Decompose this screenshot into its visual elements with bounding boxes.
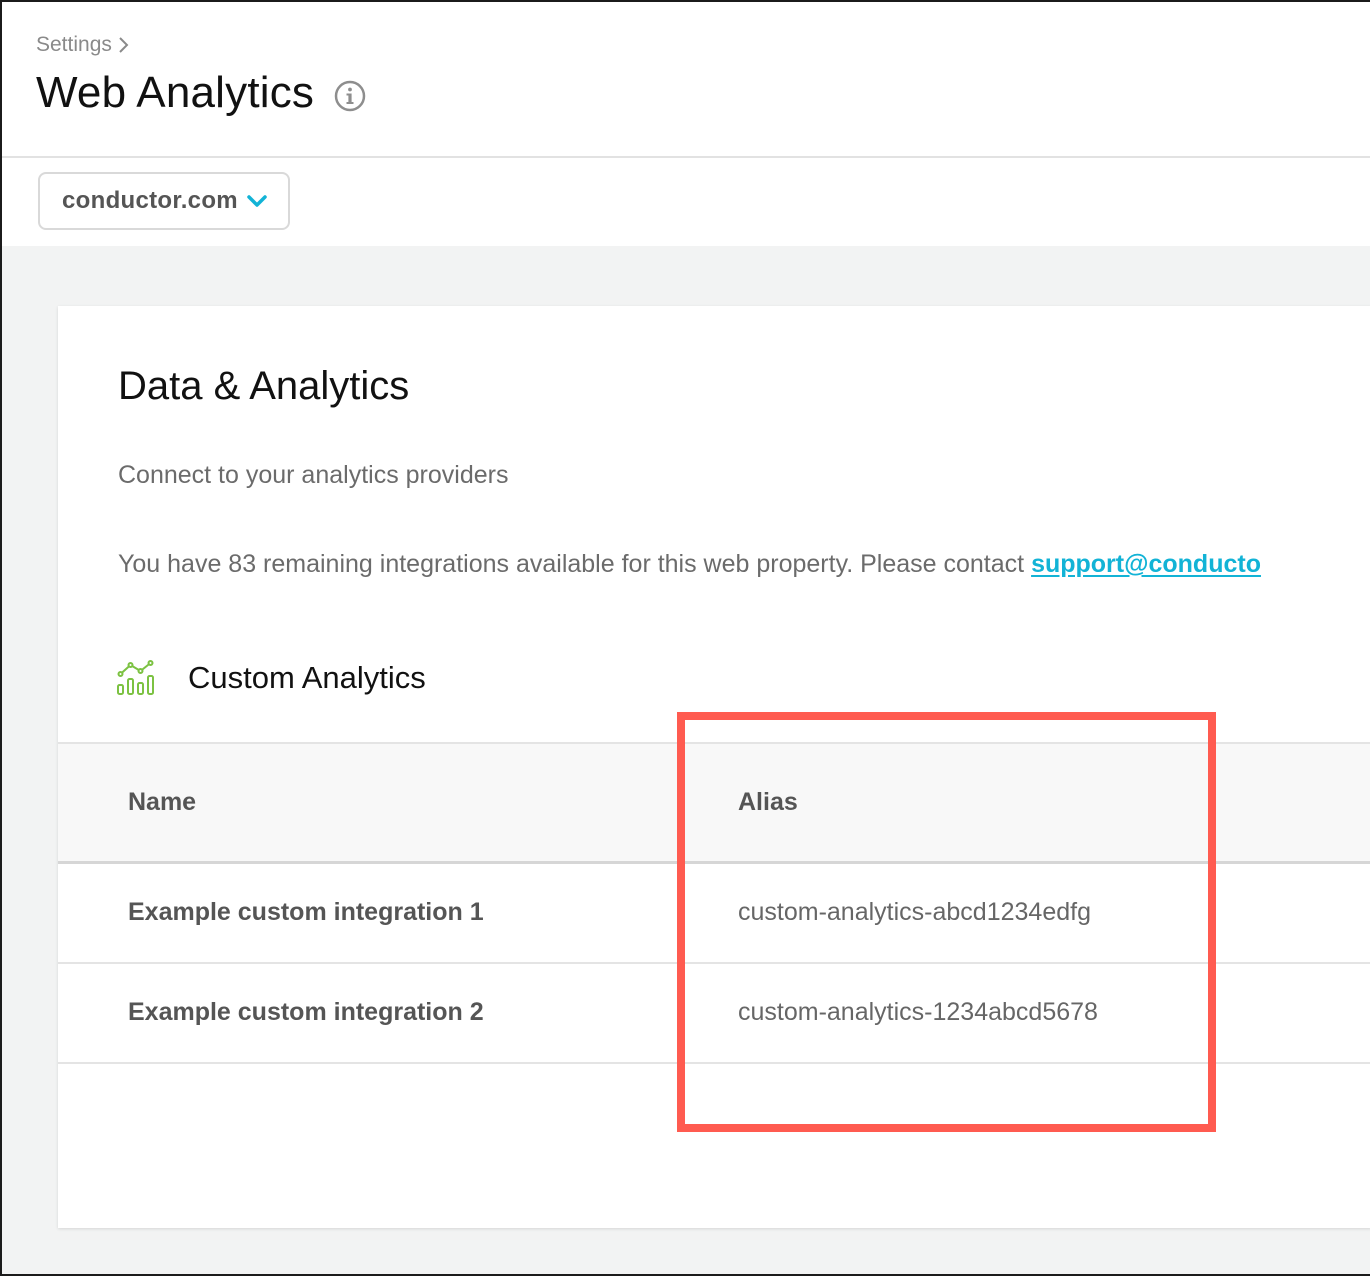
breadcrumb-settings[interactable]: Settings <box>36 33 112 57</box>
table-row[interactable]: Example custom integration 1 custom-anal… <box>58 864 1370 964</box>
page-title: Web Analytics <box>36 68 315 117</box>
toolbar: conductor.com <box>2 158 1370 246</box>
card-title: Data & Analytics <box>118 364 410 408</box>
domain-selector[interactable]: conductor.com <box>38 172 290 230</box>
domain-selector-value: conductor.com <box>62 187 238 214</box>
table-header: Name Alias <box>58 742 1370 864</box>
row-alias: custom-analytics-abcd1234edfg <box>738 898 1091 926</box>
app-frame: Settings Web Analytics conductor.com Dat… <box>0 0 1370 1276</box>
row-alias: custom-analytics-1234abcd5678 <box>738 998 1098 1026</box>
column-header-name[interactable]: Name <box>128 788 196 817</box>
table-row[interactable]: Example custom integration 2 custom-anal… <box>58 964 1370 1064</box>
custom-analytics-section-header: Custom Analytics <box>116 660 426 696</box>
chevron-right-icon <box>119 37 129 53</box>
data-analytics-card: Data & Analytics Connect to your analyti… <box>58 306 1370 1228</box>
chevron-down-icon <box>247 195 267 207</box>
page-header: Settings Web Analytics <box>2 2 1370 158</box>
analytics-chart-icon <box>117 660 154 695</box>
breadcrumb[interactable]: Settings <box>36 32 132 58</box>
info-icon[interactable] <box>334 80 366 112</box>
title-row: Web Analytics <box>36 68 366 118</box>
remaining-integrations-message: You have 83 remaining integrations avail… <box>118 550 1032 578</box>
integrations-table: Name Alias Example custom integration 1 … <box>58 742 1370 1064</box>
content-area: Data & Analytics Connect to your analyti… <box>2 246 1370 1274</box>
remaining-integrations-text: You have 83 remaining integrations avail… <box>118 550 1261 579</box>
row-name: Example custom integration 2 <box>128 998 484 1026</box>
card-subtitle: Connect to your analytics providers <box>118 461 509 489</box>
row-name: Example custom integration 1 <box>128 898 484 926</box>
support-email-link[interactable]: support@conducto <box>1031 550 1261 578</box>
column-header-alias[interactable]: Alias <box>738 788 798 817</box>
section-title: Custom Analytics <box>188 660 426 695</box>
